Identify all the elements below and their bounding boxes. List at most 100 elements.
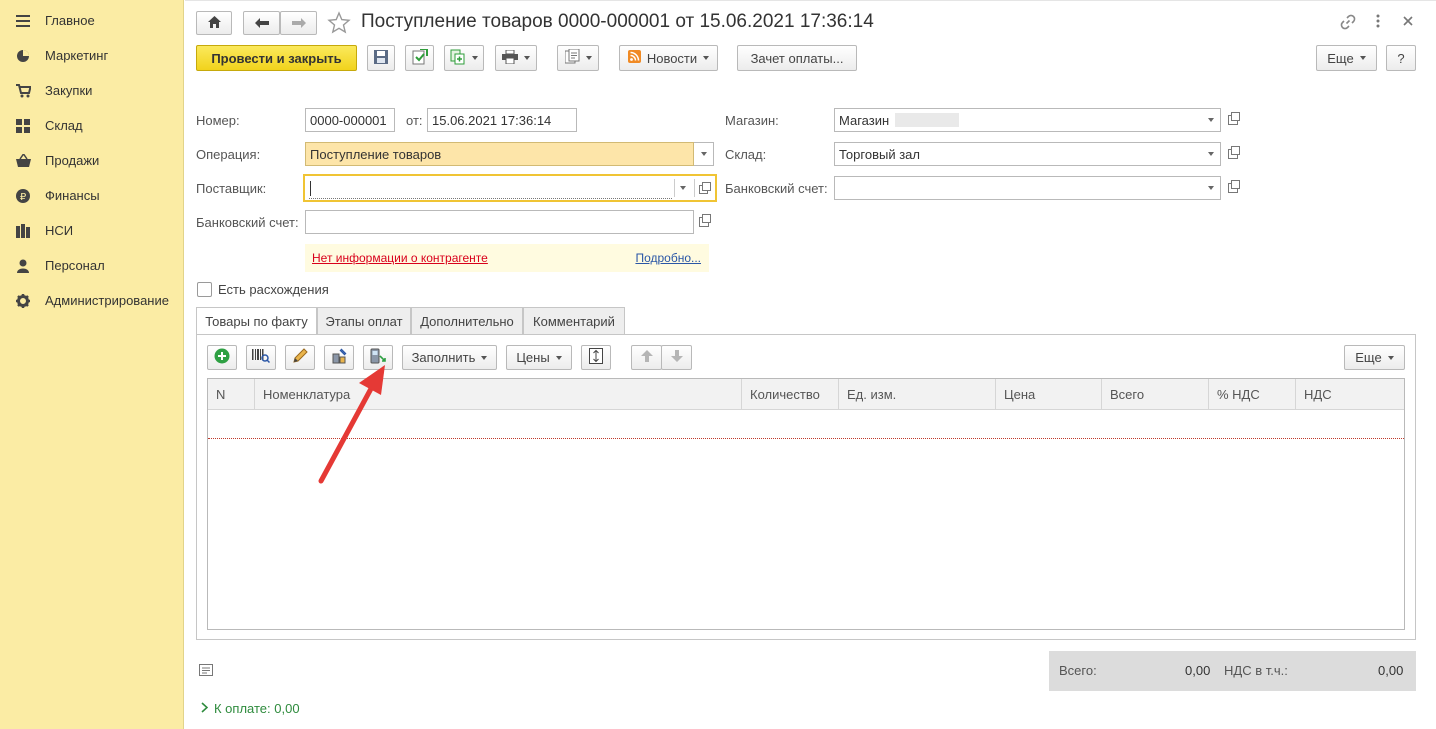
store-label: Магазин: [725,113,779,128]
tab-goods-actual[interactable]: Товары по факту [196,307,317,335]
tab-additional[interactable]: Дополнительно [411,307,523,334]
favorite-star-icon[interactable] [327,11,351,35]
sidebar-item-purchases[interactable]: Закупки [0,73,184,108]
create-based-on-button[interactable] [444,45,484,71]
post-and-close-button[interactable]: Провести и закрыть [196,45,357,71]
tab-payment-stages[interactable]: Этапы оплат [317,307,411,334]
move-up-button[interactable] [631,345,662,370]
bank-account2-dropdown-icon[interactable] [1201,176,1221,200]
sidebar-item-main[interactable]: Главное [0,3,184,38]
column-header-quantity[interactable]: Количество [742,379,839,410]
barcode-search-button[interactable] [246,345,276,370]
forward-button[interactable] [280,11,317,35]
discrepancy-checkbox[interactable] [197,282,212,297]
payment-offset-button[interactable]: Зачет оплаты... [737,45,857,71]
date-label: от: [406,113,423,128]
fill-button[interactable]: Заполнить [402,345,497,370]
post-document-icon [412,47,428,68]
column-header-vat-rate[interactable]: % НДС [1209,379,1296,410]
prices-button[interactable]: Цены [506,345,572,370]
basket-icon [15,153,31,169]
column-header-unit[interactable]: Ед. изм. [839,379,996,410]
sidebar-item-administration[interactable]: Администрирование [0,283,184,318]
redacted-block [895,113,960,127]
row-height-button[interactable] [581,345,611,370]
operation-label: Операция: [196,147,261,162]
column-header-total[interactable]: Всего [1102,379,1209,410]
operation-dropdown-icon[interactable] [694,142,714,166]
number-field[interactable]: 0000-000001 [305,108,395,132]
barcode-icon [252,348,271,367]
bank-account-field[interactable] [305,210,694,234]
post-button[interactable] [405,45,434,71]
pencil-icon [292,348,308,367]
store-value: Магазин [839,112,890,128]
field-separator [674,179,675,197]
sidebar-item-label: НСИ [45,223,74,238]
sidebar-item-label: Персонал [45,258,105,273]
to-pay-expander[interactable]: К оплате: 0,00 [201,701,300,716]
sidebar-item-nsi[interactable]: НСИ [0,213,184,248]
supplier-open-icon[interactable] [699,182,711,194]
sidebar-item-finance[interactable]: ₽ Финансы [0,178,184,213]
print-button[interactable] [495,45,537,71]
close-icon[interactable] [1403,14,1421,32]
more-vertical-icon[interactable] [1372,14,1384,32]
create-based-icon [450,49,466,68]
sidebar-item-warehouse[interactable]: Склад [0,108,184,143]
warehouse-label: Склад: [725,147,767,162]
column-header-price[interactable]: Цена [996,379,1102,410]
details-link[interactable]: Подробно... [635,251,701,265]
totals-panel: Всего: 0,00 НДС в т.ч.: 0,00 [1049,651,1416,691]
sidebar-item-personnel[interactable]: Персонал [0,248,184,283]
save-button[interactable] [367,45,395,71]
comment-icon[interactable] [199,664,215,678]
table-more-button[interactable]: Еще [1344,345,1405,370]
column-header-n[interactable]: N [208,379,255,410]
bank-account2-label: Банковский счет: [725,181,828,196]
chevron-down-icon [472,56,478,60]
chevron-down-icon [1359,56,1366,60]
link-icon[interactable] [1340,14,1358,32]
discrepancy-label: Есть расхождения [218,282,329,297]
number-label: Номер: [196,113,240,128]
table-more-label: Еще [1355,350,1382,365]
edit-button[interactable] [285,345,315,370]
bank-account-open-icon[interactable] [694,210,714,234]
cart-icon [15,83,31,99]
warehouse-dropdown-icon[interactable] [1201,142,1221,166]
sidebar-item-label: Закупки [45,83,93,98]
date-field[interactable]: 15.06.2021 17:36:14 [427,108,577,132]
store-open-icon[interactable] [1223,108,1243,132]
add-row-button[interactable] [207,345,237,370]
reports-button[interactable] [557,45,599,71]
tab-comment[interactable]: Комментарий [523,307,625,334]
svg-text:₽: ₽ [20,192,27,203]
more-button[interactable]: Еще [1316,45,1377,71]
store-field[interactable]: Магазин [834,108,1202,132]
sidebar-item-marketing[interactable]: Маркетинг [0,38,184,73]
arrow-up-icon [640,350,653,365]
move-down-button[interactable] [661,345,692,370]
supplier-dropdown-icon[interactable] [680,186,686,190]
back-button[interactable] [243,11,280,35]
home-button[interactable] [196,11,232,35]
chevron-down-icon [481,355,488,360]
sidebar-item-label: Администрирование [45,293,169,308]
chevron-right-icon [201,701,209,716]
sidebar-item-label: Финансы [45,188,100,203]
help-button[interactable]: ? [1386,45,1416,71]
news-button[interactable]: Новости [619,45,718,71]
column-header-vat[interactable]: НДС [1296,379,1404,410]
supplier-field[interactable] [303,174,717,202]
store-dropdown-icon[interactable] [1201,108,1221,132]
bank-account2-open-icon[interactable] [1223,176,1243,200]
field-separator [694,179,695,197]
warehouse-open-icon[interactable] [1223,142,1243,166]
save-icon [374,49,388,67]
operation-field[interactable]: Поступление товаров [305,142,694,166]
sidebar-item-sales[interactable]: Продажи [0,143,184,178]
bank-account2-field[interactable] [834,176,1202,200]
no-counterparty-info-link[interactable]: Нет информации о контрагенте [312,251,488,265]
warehouse-field[interactable]: Торговый зал [834,142,1202,166]
